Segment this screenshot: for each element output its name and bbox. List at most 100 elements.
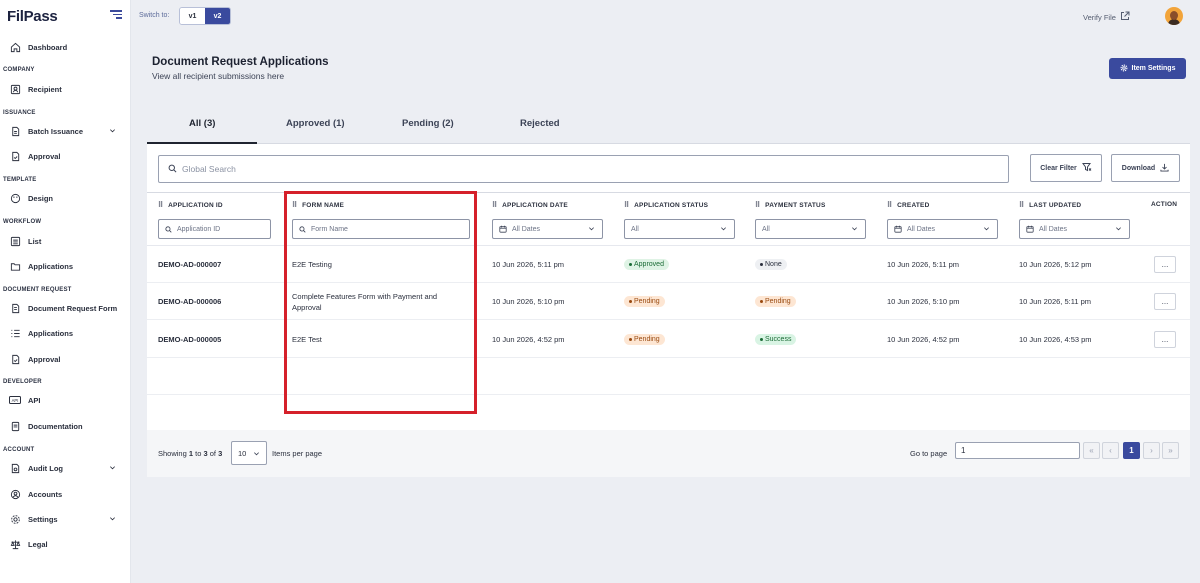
item-settings-label: Item Settings	[1131, 65, 1176, 72]
filter-value: All	[762, 225, 770, 233]
chevron-down-icon	[109, 127, 116, 136]
chevron-down-icon	[1115, 225, 1122, 234]
first-page-button[interactable]: «	[1083, 442, 1100, 459]
sidebar-item-api[interactable]: API API	[9, 392, 124, 408]
sidebar-item-dr-approval[interactable]: Approval	[9, 351, 124, 367]
version-v2-button[interactable]: v2	[205, 8, 230, 24]
gear-icon	[9, 513, 21, 525]
showing-summary: Showing 1 to 3 of 3	[158, 449, 223, 458]
download-icon	[1160, 163, 1169, 174]
user-card-icon	[9, 83, 21, 95]
folder-icon	[9, 260, 21, 272]
drag-handle-icon[interactable]: ⠿	[158, 201, 163, 209]
tab-all[interactable]: All (3)	[189, 118, 215, 129]
sidebar-item-batch-issuance[interactable]: Batch Issuance	[9, 123, 124, 139]
payment-badge: Pending	[755, 296, 796, 307]
sidebar-item-label: Documentation	[28, 421, 83, 431]
chevron-down-icon	[253, 450, 260, 459]
application-status-filter[interactable]: All	[624, 219, 735, 239]
form-name-filter[interactable]: Form Name	[292, 219, 470, 239]
column-created[interactable]: ⠿ CREATED	[887, 201, 929, 210]
column-application-date[interactable]: ⠿ APPLICATION DATE	[492, 201, 568, 210]
search-icon	[299, 225, 306, 233]
drag-handle-icon[interactable]: ⠿	[292, 201, 297, 209]
created-filter[interactable]: All Dates	[887, 219, 998, 239]
sidebar-item-dr-applications[interactable]: Applications	[9, 325, 124, 341]
version-v1-button[interactable]: v1	[180, 8, 205, 24]
document-edit-icon	[9, 302, 21, 314]
sidebar-item-label: Audit Log	[28, 463, 63, 473]
sidebar-item-design[interactable]: Design	[9, 190, 124, 206]
application-id-filter[interactable]: Application ID	[158, 219, 271, 239]
external-link-icon	[1120, 11, 1130, 23]
book-icon	[9, 420, 21, 432]
chevron-down-icon	[851, 225, 858, 234]
chevron-down-icon	[109, 464, 116, 473]
sidebar-item-accounts[interactable]: Accounts	[9, 486, 124, 502]
drag-handle-icon[interactable]: ⠿	[492, 201, 497, 209]
column-last-updated[interactable]: ⠿ LAST UPDATED	[1019, 201, 1081, 210]
sidebar-item-legal[interactable]: Legal	[9, 536, 124, 552]
column-application-status[interactable]: ⠿ APPLICATION STATUS	[624, 201, 708, 210]
column-application-id[interactable]: ⠿ APPLICATION ID	[158, 201, 223, 210]
page-subtitle: View all recipient submissions here	[152, 71, 285, 81]
empty-row	[147, 358, 1190, 395]
page-1-button[interactable]: 1	[1123, 442, 1140, 459]
download-button[interactable]: Download	[1111, 154, 1180, 182]
drag-handle-icon[interactable]: ⠿	[887, 201, 892, 209]
sidebar-item-settings[interactable]: Settings	[9, 511, 124, 527]
sidebar-item-audit-log[interactable]: Audit Log	[9, 460, 124, 476]
sidebar-item-list[interactable]: List	[9, 233, 124, 249]
sidebar-item-approval[interactable]: Approval	[9, 148, 124, 164]
application-id-cell: DEMO-AD-000006	[158, 297, 222, 306]
next-page-button[interactable]: ›	[1143, 442, 1160, 459]
section-template: TEMPLATE	[3, 177, 37, 183]
items-per-page-select[interactable]: 10	[231, 441, 267, 465]
application-date-filter[interactable]: All Dates	[492, 219, 603, 239]
prev-page-button[interactable]: ‹	[1102, 442, 1119, 459]
row-action-button[interactable]: ...	[1154, 293, 1176, 310]
row-action-button[interactable]: ...	[1154, 331, 1176, 348]
clear-filter-label: Clear Filter	[1040, 164, 1077, 172]
status-badge: Approved	[624, 259, 669, 270]
column-payment-status[interactable]: ⠿ PAYMENT STATUS	[755, 201, 825, 210]
sidebar-item-document-request-form[interactable]: Document Request Form	[9, 300, 124, 316]
chevron-down-icon	[109, 515, 116, 524]
form-name-cell: E2E Testing	[292, 260, 332, 269]
table-row[interactable]: DEMO-AD-000005 E2E Test 10 Jun 2026, 4:5…	[147, 321, 1190, 358]
payment-status-filter[interactable]: All	[755, 219, 866, 239]
go-to-page-input[interactable]: 1	[955, 442, 1080, 459]
tab-rejected[interactable]: Rejected	[520, 118, 560, 129]
last-updated-filter[interactable]: All Dates	[1019, 219, 1130, 239]
form-name-cell: Complete Features Form with Payment and …	[292, 292, 438, 312]
user-avatar[interactable]	[1165, 7, 1183, 25]
calendar-icon	[1026, 225, 1034, 233]
column-form-name[interactable]: ⠿ FORM NAME	[292, 201, 344, 210]
section-issuance: ISSUANCE	[3, 110, 36, 116]
sidebar-item-documentation[interactable]: Documentation	[9, 418, 124, 434]
sidebar-item-dashboard[interactable]: Dashboard	[9, 39, 124, 55]
drag-handle-icon[interactable]: ⠿	[755, 201, 760, 209]
scale-icon	[9, 538, 21, 550]
document-stack-icon	[9, 125, 21, 137]
sidebar-item-applications[interactable]: Applications	[9, 258, 124, 274]
row-action-button[interactable]: ...	[1154, 256, 1176, 273]
table-row[interactable]: DEMO-AD-000006 Complete Features Form wi…	[147, 283, 1190, 320]
global-search-input[interactable]: Global Search	[158, 155, 1009, 183]
verify-file-link[interactable]: Verify File	[1083, 11, 1130, 23]
sidebar-item-label: Recipient	[28, 84, 62, 94]
drag-handle-icon[interactable]: ⠿	[624, 201, 629, 209]
sidebar-item-recipient[interactable]: Recipient	[9, 81, 124, 97]
tab-pending[interactable]: Pending (2)	[402, 118, 454, 129]
api-icon: API	[9, 394, 21, 406]
sidebar-item-label: Accounts	[28, 489, 63, 499]
table-header: ⠿ APPLICATION ID ⠿ FORM NAME ⠿ APPLICATION …	[147, 192, 1190, 246]
clear-filter-button[interactable]: Clear Filter	[1030, 154, 1102, 182]
table-row[interactable]: DEMO-AD-000007 E2E Testing 10 Jun 2026, …	[147, 246, 1190, 283]
tab-approved[interactable]: Approved (1)	[286, 118, 345, 129]
menu-toggle-icon[interactable]	[110, 10, 122, 20]
sidebar-item-label: Design	[28, 193, 54, 203]
item-settings-button[interactable]: Item Settings	[1109, 58, 1186, 79]
drag-handle-icon[interactable]: ⠿	[1019, 201, 1024, 209]
last-page-button[interactable]: »	[1162, 442, 1179, 459]
